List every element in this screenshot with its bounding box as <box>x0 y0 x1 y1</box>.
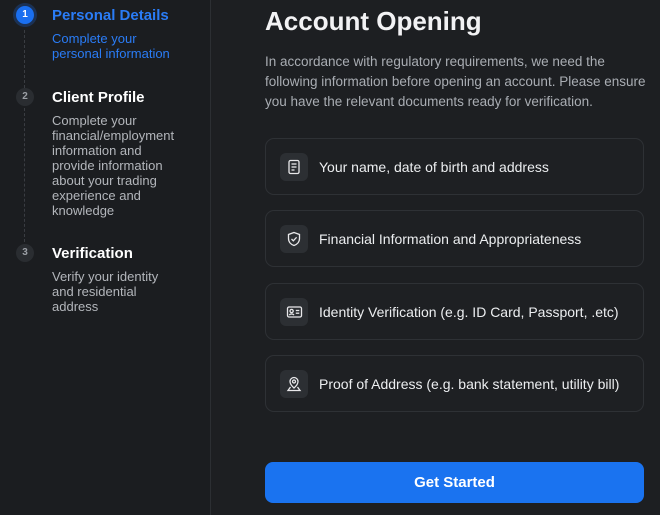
requirement-card-identity: Identity Verification (e.g. ID Card, Pas… <box>265 283 644 340</box>
step-description: Complete your personal information <box>52 31 170 61</box>
step-title: Client Profile <box>52 89 145 106</box>
step-title: Personal Details <box>52 7 169 24</box>
requirement-card-personal: Your name, date of birth and address <box>265 138 644 195</box>
id-card-icon <box>280 298 308 326</box>
requirement-card-financial: Financial Information and Appropriatenes… <box>265 210 644 267</box>
step-connector <box>24 30 25 88</box>
requirement-label: Identity Verification (e.g. ID Card, Pas… <box>319 304 619 320</box>
step-connector <box>24 108 25 242</box>
intro-text: In accordance with regulatory requiremen… <box>265 54 646 109</box>
requirement-label: Your name, date of birth and address <box>319 159 549 175</box>
location-pin-icon <box>280 370 308 398</box>
requirement-label: Financial Information and Appropriatenes… <box>319 231 582 247</box>
main-panel: Account Opening In accordance with regul… <box>211 0 660 515</box>
step-number-badge: 3 <box>16 244 34 262</box>
step-title: Verification <box>52 245 133 262</box>
step-description: Complete your financial/employment infor… <box>52 113 175 218</box>
step-description: Verify your identity and residential add… <box>52 269 159 314</box>
steps-sidebar: 1 Personal Details Complete your persona… <box>0 0 211 515</box>
page-title: Account Opening <box>265 6 482 36</box>
requirement-card-address: Proof of Address (e.g. bank statement, u… <box>265 355 644 412</box>
shield-check-icon <box>280 225 308 253</box>
step-number-badge: 1 <box>16 6 34 24</box>
step-number-badge: 2 <box>16 88 34 106</box>
get-started-button[interactable]: Get Started <box>265 462 644 503</box>
requirement-label: Proof of Address (e.g. bank statement, u… <box>319 376 620 392</box>
document-icon <box>280 153 308 181</box>
